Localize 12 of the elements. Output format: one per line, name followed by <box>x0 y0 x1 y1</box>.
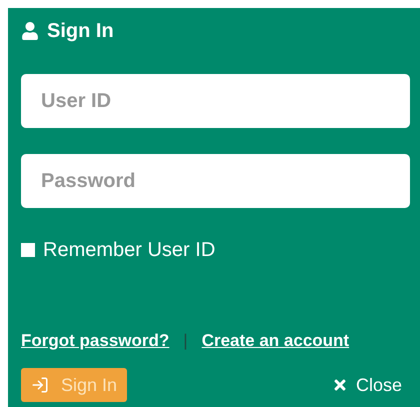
close-icon <box>332 377 348 393</box>
input-field[interactable]: User ID <box>21 74 410 128</box>
login-icon <box>31 376 49 394</box>
link-separator: | <box>183 330 188 352</box>
user-icon <box>21 22 39 40</box>
panel-title: Sign In <box>47 19 114 44</box>
checkbox[interactable] <box>21 243 35 257</box>
close-button[interactable]: Close <box>332 372 402 398</box>
create-account-link[interactable]: Create an account <box>202 328 350 354</box>
input-field[interactable]: Password <box>21 154 410 208</box>
forgot-password-link[interactable]: Forgot password? <box>21 328 170 354</box>
checkbox-label: Remember User ID <box>43 238 216 263</box>
